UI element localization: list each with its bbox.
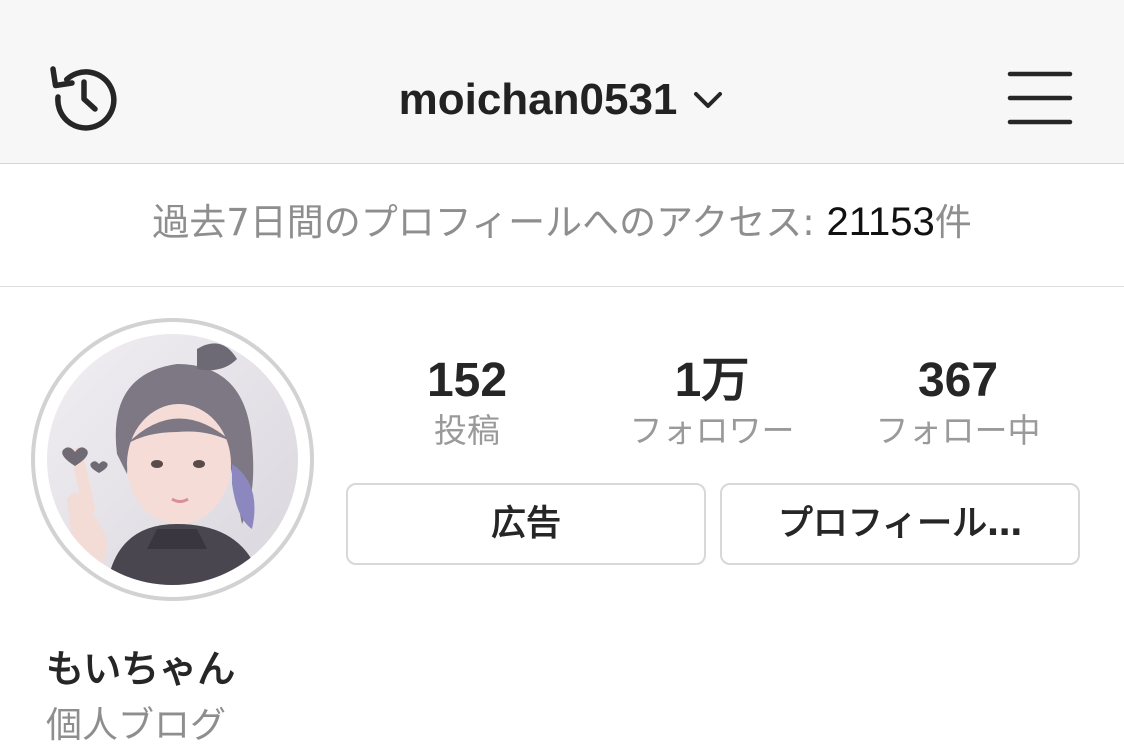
- account-switcher: moichan0531: [0, 70, 1124, 130]
- chevron-down-icon: [694, 92, 723, 108]
- display-name: もいちゃん: [46, 647, 236, 691]
- username: moichan0531: [398, 75, 678, 124]
- hamburger-menu-icon[interactable]: [1006, 70, 1074, 126]
- profile-visits-banner[interactable]: 過去7日間のプロフィールへのアクセス: 21153件: [0, 164, 1124, 287]
- avatar-photo: [47, 334, 298, 585]
- edit-profile-button[interactable]: プロフィール…: [720, 483, 1080, 565]
- followers-label: フォロワー: [629, 411, 795, 450]
- avatar[interactable]: [31, 318, 314, 601]
- stat-following[interactable]: 367 フォロー中: [838, 352, 1078, 452]
- followers-count: 1万: [674, 354, 750, 407]
- top-navigation-bar: moichan0531: [0, 0, 1124, 164]
- following-count: 367: [917, 354, 999, 407]
- posts-label: 投稿: [434, 411, 500, 450]
- username-dropdown[interactable]: moichan0531: [399, 70, 726, 130]
- posts-count: 152: [426, 354, 508, 407]
- profile-visits-label: 過去7日間のプロフィールへのアクセス:: [152, 201, 827, 244]
- following-label: フォロー中: [875, 411, 1041, 450]
- profile-visits-count: 21153: [826, 200, 935, 244]
- stat-posts[interactable]: 152 投稿: [347, 352, 587, 452]
- ads-button[interactable]: 広告: [346, 483, 706, 565]
- stat-followers[interactable]: 1万 フォロワー: [592, 352, 832, 452]
- profile-category: 個人ブログ: [46, 705, 227, 746]
- profile-visits-suffix: 件: [934, 201, 972, 244]
